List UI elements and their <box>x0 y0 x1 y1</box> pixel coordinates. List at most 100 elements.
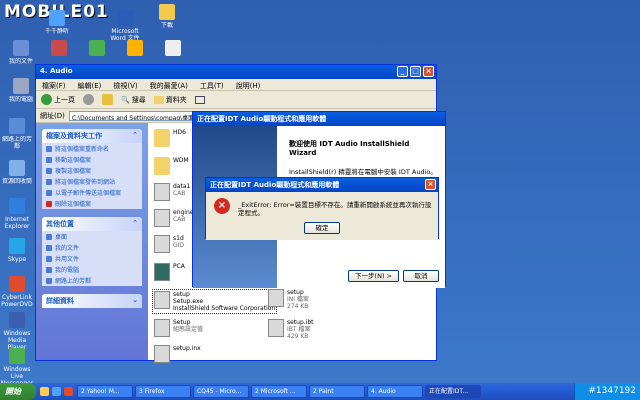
taskbar-item-active[interactable]: 正在配置IDT... <box>425 385 481 398</box>
desktop-icon[interactable]: 下載 <box>150 4 184 29</box>
error-icon: × <box>214 198 230 214</box>
folders-button[interactable]: 資料夾 <box>153 95 187 105</box>
task-email[interactable]: 以電子郵件傳送這個檔案 <box>42 187 142 198</box>
menu-help[interactable]: 說明(H) <box>236 81 261 90</box>
desktop-icon[interactable]: 網路上的芳鄰 <box>0 118 34 150</box>
expand-icon: ⌄ <box>132 296 138 304</box>
desktop-icon[interactable] <box>156 40 190 58</box>
cancel-button[interactable]: 取消 <box>403 270 439 282</box>
copy-icon <box>46 167 52 174</box>
close-button[interactable]: × <box>423 66 434 77</box>
folder-icon <box>153 95 164 104</box>
place-my-documents[interactable]: 我的文件 <box>42 242 142 253</box>
ini-file-icon <box>268 289 284 307</box>
back-button[interactable]: 上一頁 <box>41 94 75 105</box>
forward-button[interactable] <box>83 94 94 105</box>
place-network[interactable]: 網路上的芳鄰 <box>42 275 142 286</box>
desktop-icon[interactable]: 千千静听 <box>40 10 74 35</box>
place-my-computer[interactable]: 我的電腦 <box>42 264 142 275</box>
move-icon <box>46 156 52 163</box>
folder-icon <box>13 40 29 56</box>
file-item[interactable]: Setup 組態設定值 <box>154 319 203 337</box>
app-icon <box>127 40 143 56</box>
file-item[interactable]: setup.ibt IBT 檔案 429 KB <box>268 319 314 340</box>
computer-icon <box>46 266 52 273</box>
taskbar-item[interactable]: 2 Paint <box>309 385 365 398</box>
taskbar-item[interactable]: 2 Microsoft ... <box>251 385 307 398</box>
desktop-icon[interactable] <box>42 40 76 58</box>
maximize-button[interactable]: □ <box>410 66 421 77</box>
installer-title: 正在配置IDT Audio驅動程式和應用軟體 <box>197 115 327 123</box>
desktop: MOBILE01 我的文件 千千静听 Microsoft Word 文件 下載 … <box>0 0 640 387</box>
desktop-icon[interactable]: 資源回收筒 <box>0 160 34 185</box>
desktop-icon[interactable]: Windows Media Player <box>0 312 34 351</box>
quick-launch-icon[interactable] <box>52 387 61 396</box>
desktop-icon[interactable]: Windows Live Messenger <box>0 348 34 387</box>
forward-arrow-icon <box>83 94 94 105</box>
desktop-icon[interactable] <box>80 40 114 58</box>
place-desktop[interactable]: 桌面 <box>42 231 142 242</box>
menu-file[interactable]: 檔案(F) <box>42 81 66 90</box>
taskbar-item[interactable]: CQ45 - Micro... <box>193 385 249 398</box>
file-item[interactable]: setup INI 檔案 274 KB <box>268 289 309 310</box>
quick-launch-icon[interactable] <box>64 387 73 396</box>
next-button[interactable]: 下一步(N) > <box>348 270 399 282</box>
quick-launch <box>40 387 73 396</box>
other-places-header[interactable]: 其他位置 ⌃ <box>42 217 142 231</box>
setup-exe-icon <box>154 291 170 309</box>
details-header[interactable]: 詳細資料 ⌄ <box>42 294 142 308</box>
taskbar-item[interactable]: 2 Yahoo! M... <box>77 385 133 398</box>
desktop-icon[interactable]: 我的文件 <box>4 40 38 65</box>
menu-favorites[interactable]: 我的最愛(A) <box>150 81 188 90</box>
desktop-icon[interactable]: Microsoft Word 文件 <box>108 10 142 42</box>
start-button[interactable]: 開始 <box>0 383 36 400</box>
task-copy[interactable]: 複製這個檔案 <box>42 165 142 176</box>
back-arrow-icon <box>41 94 52 105</box>
desktop-icon[interactable]: CyberLink PowerDVD <box>0 276 34 308</box>
window-title: 4. Audio <box>40 67 73 75</box>
quick-launch-icon[interactable] <box>40 387 49 396</box>
desktop-icon[interactable]: Skype <box>0 238 34 263</box>
file-tasks-header[interactable]: 檔案及資料夾工作 ⌃ <box>42 129 142 143</box>
menu-view[interactable]: 檢視(V) <box>113 81 137 90</box>
close-button[interactable]: × <box>425 179 436 190</box>
file-item[interactable]: s1d GID <box>154 235 184 253</box>
installer-titlebar[interactable]: 正在配置IDT Audio驅動程式和應用軟體 <box>193 112 445 126</box>
desktop-icon[interactable]: Internet Explorer <box>0 198 34 230</box>
folder-icon <box>154 157 170 175</box>
folder-icon <box>46 244 52 251</box>
document-icon <box>165 40 181 56</box>
internet-explorer-icon <box>9 198 25 214</box>
desktop-icon[interactable] <box>118 40 152 58</box>
desktop-icon[interactable]: 我的電腦 <box>4 78 38 103</box>
menu-tools[interactable]: 工具(T) <box>200 81 224 90</box>
explorer-titlebar[interactable]: 4. Audio _ □ × <box>36 65 436 79</box>
task-delete[interactable]: 刪除這個檔案 <box>42 198 142 209</box>
task-move[interactable]: 移動這個檔案 <box>42 154 142 165</box>
error-titlebar[interactable]: 正在配置IDT Audio驅動程式和應用軟體 × <box>206 178 438 192</box>
file-item-selected[interactable]: setup Setup.exe InstallShield Software Cor… <box>152 289 278 314</box>
error-body: × _ExitError: Error=裝置目標不存在。請重新開啟系統並再次執行… <box>206 192 438 240</box>
menu-edit[interactable]: 編輯(E) <box>78 81 102 90</box>
ok-button[interactable]: 確定 <box>304 222 340 234</box>
taskbar-item[interactable]: 4. Audio <box>367 385 423 398</box>
taskbar-item[interactable]: 3 Firefox <box>135 385 191 398</box>
email-icon <box>46 189 52 196</box>
installer-welcome: 歡迎使用 IDT Audio InstallShield Wizard <box>289 140 410 157</box>
file-item[interactable]: setup.inx <box>154 345 201 363</box>
error-message: _ExitError: Error=裝置目標不存在。請重新開啟系統並再次執行設定… <box>238 201 432 217</box>
minimize-button[interactable]: _ <box>397 66 408 77</box>
file-item[interactable]: engine CAB <box>154 209 193 227</box>
task-rename[interactable]: 將這個檔案重新命名 <box>42 143 142 154</box>
place-shared-documents[interactable]: 共用文件 <box>42 253 142 264</box>
up-folder-button[interactable] <box>102 94 113 105</box>
file-item[interactable]: HD6 <box>154 129 186 147</box>
toolbar: 上一頁 🔍 搜尋 資料夾 <box>36 91 436 109</box>
task-publish[interactable]: 將這個檔案發佈到網站 <box>42 176 142 187</box>
views-button[interactable] <box>194 95 205 104</box>
search-button[interactable]: 🔍 搜尋 <box>121 95 146 105</box>
file-item[interactable]: PCA <box>154 263 185 281</box>
network-icon <box>46 277 52 284</box>
file-item[interactable]: data1 CAB <box>154 183 190 201</box>
file-item[interactable]: WDM <box>154 157 189 175</box>
